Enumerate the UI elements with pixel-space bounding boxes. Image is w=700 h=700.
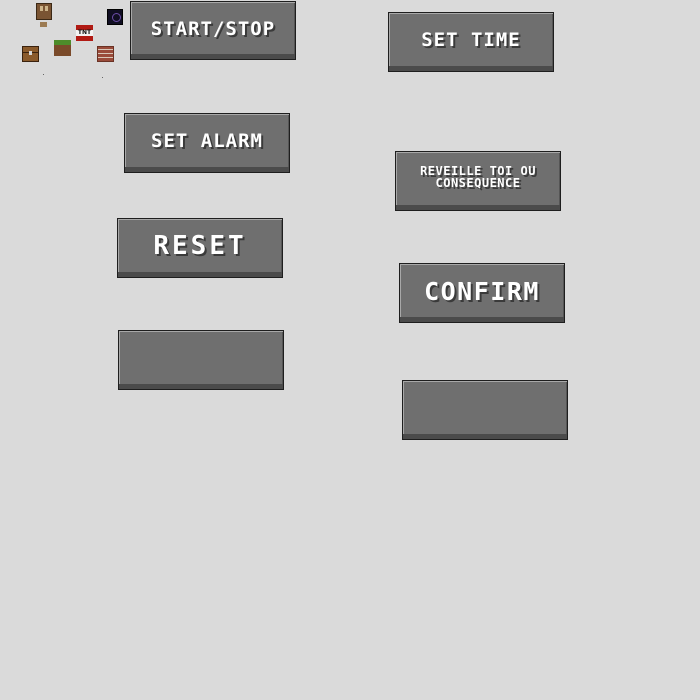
start-stop-button[interactable]: START/STOP: [130, 1, 296, 60]
reset-button[interactable]: RESET: [117, 218, 283, 278]
reveille-label: REVEILLE TOI OU CONSEQUENCE: [420, 165, 536, 191]
reveille-label-line2: CONSEQUENCE: [435, 176, 521, 190]
set-time-label: SET TIME: [421, 29, 521, 51]
brick-block-icon: [97, 46, 114, 62]
confirm-label: CONFIRM: [424, 276, 540, 306]
grass-block-icon: [54, 40, 71, 56]
door-icon: [36, 3, 52, 20]
blank-button-left[interactable]: [118, 330, 284, 390]
tnt-block-icon: TNT: [76, 25, 93, 41]
set-time-button[interactable]: SET TIME: [388, 12, 554, 72]
reveille-button[interactable]: REVEILLE TOI OU CONSEQUENCE: [395, 151, 561, 211]
ender-pearl-icon: [107, 9, 123, 25]
confirm-button[interactable]: CONFIRM: [399, 263, 565, 323]
reset-label: RESET: [153, 231, 247, 261]
pixel-dot: [43, 74, 44, 75]
chest-icon: [22, 46, 39, 62]
door-base-icon: [40, 22, 47, 27]
blank-button-right[interactable]: [402, 380, 568, 440]
set-alarm-button[interactable]: SET ALARM: [124, 113, 290, 173]
start-stop-label: START/STOP: [150, 17, 276, 40]
pixel-dot: [102, 77, 103, 78]
set-alarm-label: SET ALARM: [151, 130, 263, 152]
